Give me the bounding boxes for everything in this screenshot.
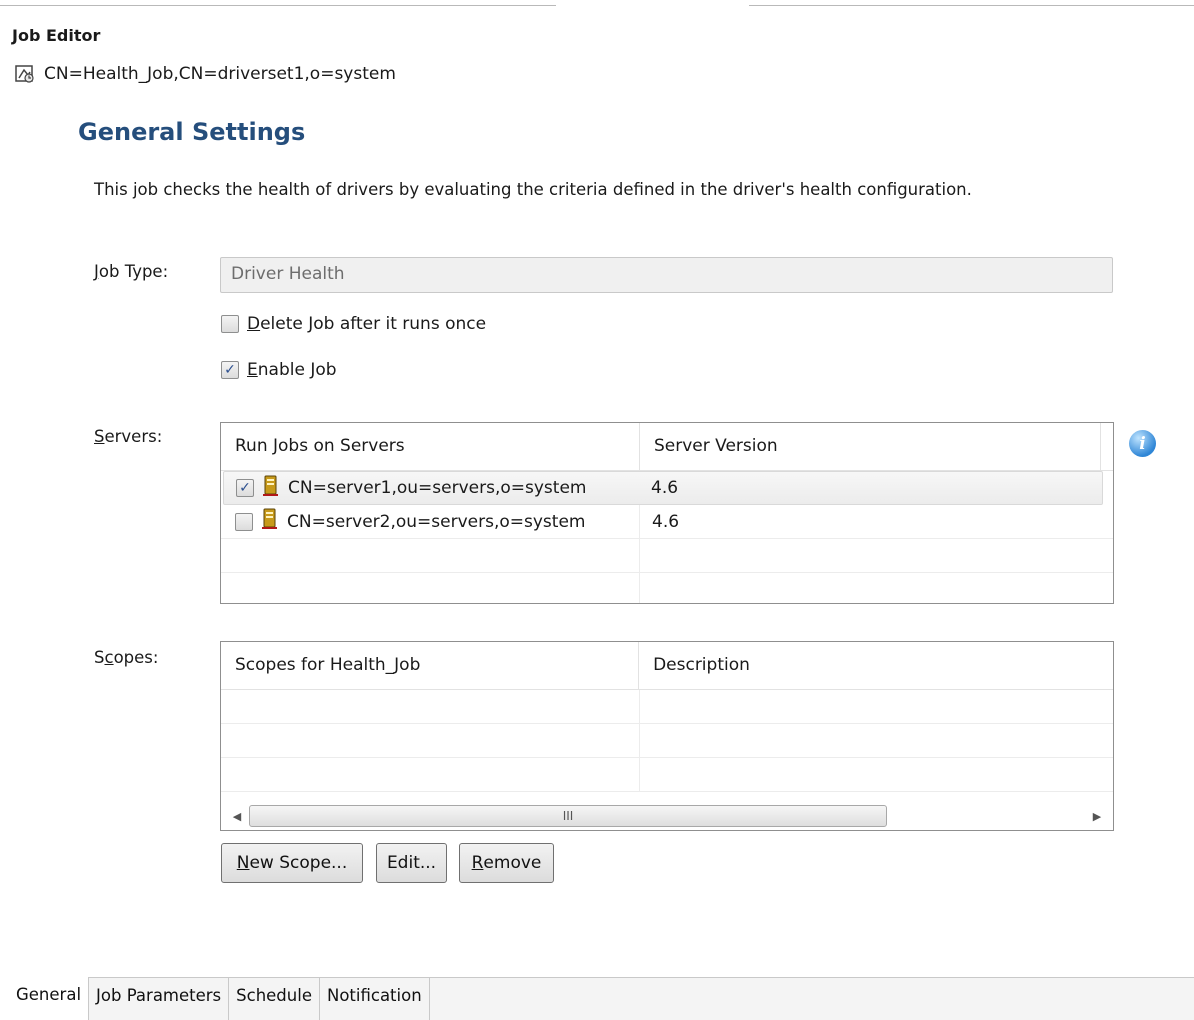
empty-row — [221, 724, 1113, 758]
column-header-run-jobs[interactable]: Run Jobs on Servers — [221, 423, 640, 470]
scrollbar-thumb[interactable]: III — [249, 805, 887, 827]
section-title: General Settings — [78, 118, 306, 146]
scopes-table-header: Scopes for Health_Job Description — [221, 642, 1113, 690]
enable-job-checkbox[interactable]: ✓ — [221, 361, 239, 379]
delete-job-checkbox-row[interactable]: Delete Job after it runs once — [221, 314, 486, 334]
server-version: 4.6 — [652, 511, 680, 532]
server2-checkbox[interactable] — [235, 512, 253, 531]
job-icon — [14, 63, 36, 85]
tab-notification[interactable]: Notification — [320, 978, 430, 1020]
column-header-server-version[interactable]: Server Version — [640, 423, 1101, 470]
tab-schedule[interactable]: Schedule — [229, 978, 320, 1020]
empty-row — [221, 758, 1113, 792]
job-type-field: Driver Health — [220, 257, 1113, 293]
job-description: This job checks the health of drivers by… — [94, 180, 972, 199]
horizontal-scrollbar[interactable]: ◀ III ▶ — [223, 804, 1111, 828]
scopes-label: Scopes: — [94, 648, 159, 667]
table-row[interactable]: CN=server2,ou=servers,o=system 4.6 — [221, 505, 1113, 539]
delete-job-label: Delete Job after it runs once — [247, 314, 487, 334]
tab-general[interactable]: General — [0, 977, 90, 1020]
column-header-description[interactable]: Description — [639, 642, 1113, 689]
empty-row — [221, 573, 1113, 603]
remove-button[interactable]: Remove — [459, 843, 554, 883]
delete-job-checkbox[interactable] — [221, 315, 239, 333]
info-icon[interactable]: i — [1129, 430, 1156, 457]
edit-button[interactable]: Edit... — [376, 843, 447, 883]
scroll-right-icon[interactable]: ▶ — [1091, 810, 1103, 823]
column-header-scopes[interactable]: Scopes for Health_Job — [221, 642, 640, 689]
server-icon — [261, 508, 279, 535]
server-name: CN=server2,ou=servers,o=system — [287, 511, 586, 532]
top-divider-right — [749, 0, 1194, 6]
job-dn-row: CN=Health_Job,CN=driverset1,o=system — [14, 63, 396, 85]
enable-job-checkbox-row[interactable]: ✓ Enable Job — [221, 360, 337, 380]
job-dn: CN=Health_Job,CN=driverset1,o=system — [44, 64, 396, 84]
enable-job-label: Enable Job — [247, 360, 337, 380]
editor-title: Job Editor — [12, 26, 101, 45]
server-icon — [262, 475, 280, 502]
servers-label: Servers: — [94, 427, 163, 446]
tab-job-parameters[interactable]: Job Parameters — [89, 978, 230, 1020]
empty-row — [221, 690, 1113, 724]
server-version: 4.6 — [651, 478, 679, 498]
new-scope-button[interactable]: New Scope... — [221, 843, 363, 883]
server-name: CN=server1,ou=servers,o=system — [288, 478, 587, 498]
scopes-table[interactable]: Scopes for Health_Job Description ◀ III … — [220, 641, 1114, 831]
editor-tab-bar: General Job Parameters Schedule Notifica… — [0, 977, 1194, 1020]
servers-table-header: Run Jobs on Servers Server Version — [221, 423, 1113, 471]
scroll-left-icon[interactable]: ◀ — [231, 810, 243, 823]
servers-table[interactable]: Run Jobs on Servers Server Version ✓ CN=… — [220, 422, 1114, 604]
table-row[interactable]: ✓ CN=server1,ou=servers,o=system 4.6 — [223, 471, 1103, 505]
server1-checkbox[interactable]: ✓ — [236, 479, 254, 497]
top-divider-left — [0, 0, 556, 6]
job-type-label: Job Type: — [94, 262, 169, 281]
empty-row — [221, 539, 1113, 573]
